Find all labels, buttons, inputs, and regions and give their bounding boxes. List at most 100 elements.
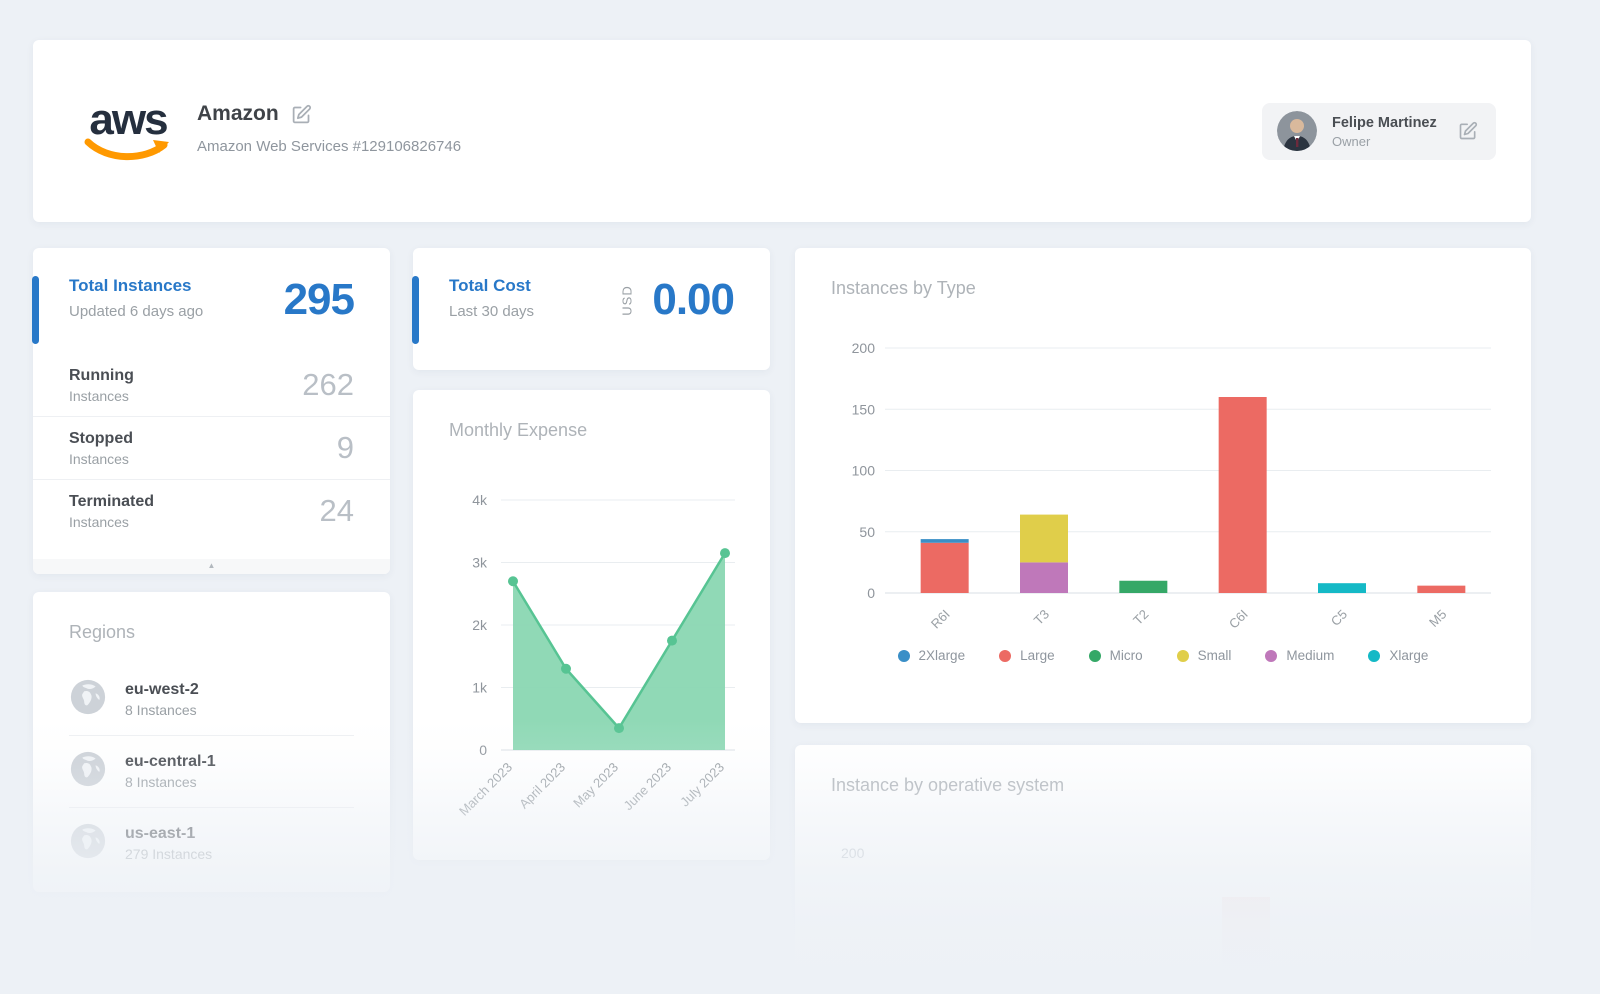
status-value: 9 (337, 430, 354, 466)
y-tick-label: 150 (852, 401, 876, 417)
legend-dot (1177, 650, 1189, 662)
x-tick-label: April 2023 (516, 760, 568, 812)
legend-label: Micro (1110, 648, 1143, 663)
total-cost-period: Last 30 days (449, 303, 534, 320)
legend-dot (999, 650, 1011, 662)
data-point (667, 636, 677, 646)
x-tick-label: R6I (928, 607, 953, 632)
aws-logo: aws (83, 98, 173, 164)
status-sublabel: Instances (69, 388, 134, 404)
account-subtitle: Amazon Web Services #129106826746 (197, 138, 461, 155)
legend-item-medium[interactable]: Medium (1265, 648, 1334, 663)
legend-dot (898, 650, 910, 662)
region-list-item[interactable]: eu-west-2 8 Instances (69, 664, 354, 735)
status-label: Running (69, 367, 134, 385)
os-chart-ytick: 200 (841, 845, 864, 861)
total-instances-card: Total Instances Updated 6 days ago 295 R… (33, 248, 390, 574)
globe-icon (69, 750, 107, 793)
owner-chip: Felipe Martinez Owner (1262, 103, 1496, 160)
legend-dot (1089, 650, 1101, 662)
y-tick-label: 200 (852, 340, 876, 356)
region-name: eu-west-2 (125, 681, 199, 699)
header: aws Amazon Amazon Web Services #12910682… (33, 40, 1531, 222)
status-value: 24 (320, 493, 354, 529)
bar-segment-xlarge (1318, 583, 1366, 593)
region-list: eu-west-2 8 Instances eu-central-1 8 Instan… (69, 664, 354, 879)
y-tick-label: 50 (859, 524, 875, 540)
total-instances-title: Total Instances (69, 276, 203, 296)
instances-by-type-chart: 0 50 100 150 200 R6I T3 T2 C6I C5 M5 (815, 308, 1511, 638)
y-tick-label: 0 (479, 742, 487, 758)
instance-status-row: Running Instances 262 (33, 354, 390, 416)
chart-legend: 2Xlarge Large Micro Small Medium Xlarge (795, 648, 1531, 663)
total-cost-title: Total Cost (449, 276, 534, 296)
globe-icon (69, 678, 107, 721)
legend-item-large[interactable]: Large (999, 648, 1055, 663)
bar-segment-2xlarge (921, 539, 969, 543)
data-point (720, 548, 730, 558)
instances-by-type-title: Instances by Type (831, 278, 976, 299)
instance-status-row: Terminated Instances 24 (33, 479, 390, 542)
status-sublabel: Instances (69, 451, 133, 467)
collapse-caret-icon[interactable]: ▲ (33, 559, 390, 574)
bar-segment-large (1219, 397, 1267, 593)
legend-label: Large (1020, 648, 1055, 663)
x-tick-label: T2 (1130, 607, 1151, 628)
region-list-item[interactable]: eu-central-1 8 Instances (69, 735, 354, 807)
status-value: 262 (302, 367, 354, 403)
expense-area-fill (513, 553, 725, 750)
region-instance-count: 8 Instances (125, 702, 199, 718)
instance-status-rows: Running Instances 262 Stopped Instances 9 Term… (33, 354, 390, 542)
y-tick-label: 0 (867, 585, 875, 601)
y-tick-label: 4k (472, 492, 488, 508)
legend-item-small[interactable]: Small (1177, 648, 1232, 663)
y-tick-label: 3k (472, 555, 488, 571)
currency-label: USD (620, 285, 635, 315)
globe-icon (69, 822, 107, 865)
total-instances-value: 295 (284, 276, 354, 324)
legend-item-micro[interactable]: Micro (1089, 648, 1143, 663)
status-label: Stopped (69, 430, 133, 448)
x-tick-label: C5 (1328, 607, 1350, 629)
legend-dot (1368, 650, 1380, 662)
regions-title: Regions (69, 622, 135, 643)
legend-item-2xlarge[interactable]: 2Xlarge (898, 648, 966, 663)
region-instance-count: 8 Instances (125, 774, 216, 790)
y-tick-label: 100 (852, 463, 876, 479)
bar-segment-small (1020, 515, 1068, 563)
edit-owner-icon[interactable] (1458, 121, 1478, 141)
legend-label: Xlarge (1389, 648, 1428, 663)
data-point (508, 576, 518, 586)
x-tick-label: T3 (1031, 607, 1052, 628)
legend-item-xlarge[interactable]: Xlarge (1368, 648, 1428, 663)
total-cost-value: 0.00 (652, 276, 734, 324)
x-tick-label: C6I (1226, 607, 1251, 632)
x-tick-label: June 2023 (621, 760, 675, 814)
region-name: us-east-1 (125, 825, 212, 843)
status-sublabel: Instances (69, 514, 154, 530)
x-tick-label: May 2023 (570, 760, 621, 811)
bar-segment-medium (1020, 562, 1068, 593)
os-chart-faint-bar (1222, 897, 1270, 985)
legend-label: 2Xlarge (919, 648, 966, 663)
monthly-expense-card: Monthly Expense 01k2k3k4kMarch 2023April… (413, 390, 770, 860)
aws-logo-text: aws (89, 95, 166, 144)
page-title: Amazon (197, 102, 279, 126)
x-tick-label: July 2023 (677, 760, 727, 810)
data-point (561, 664, 571, 674)
x-tick-label: March 2023 (456, 760, 515, 819)
account-title-block: Amazon Amazon Web Services #129106826746 (197, 102, 461, 155)
status-label: Terminated (69, 493, 154, 511)
total-cost-card: Total Cost Last 30 days USD 0.00 (413, 248, 770, 370)
region-list-item[interactable]: us-east-1 279 Instances (69, 807, 354, 879)
instance-status-row: Stopped Instances 9 (33, 416, 390, 479)
owner-role: Owner (1332, 134, 1370, 149)
x-tick-label: M5 (1426, 607, 1449, 630)
y-tick-label: 2k (472, 617, 488, 633)
region-instance-count: 279 Instances (125, 846, 212, 862)
monthly-expense-title: Monthly Expense (449, 420, 587, 441)
edit-account-icon[interactable] (291, 104, 312, 125)
regions-card: Regions eu-west-28 Instanceseu-central-1… (33, 592, 390, 892)
instances-by-type-card: Instances by Type 0 50 100 150 200 R6I T3 T2 C6I… (795, 248, 1531, 723)
region-name: eu-central-1 (125, 753, 216, 771)
